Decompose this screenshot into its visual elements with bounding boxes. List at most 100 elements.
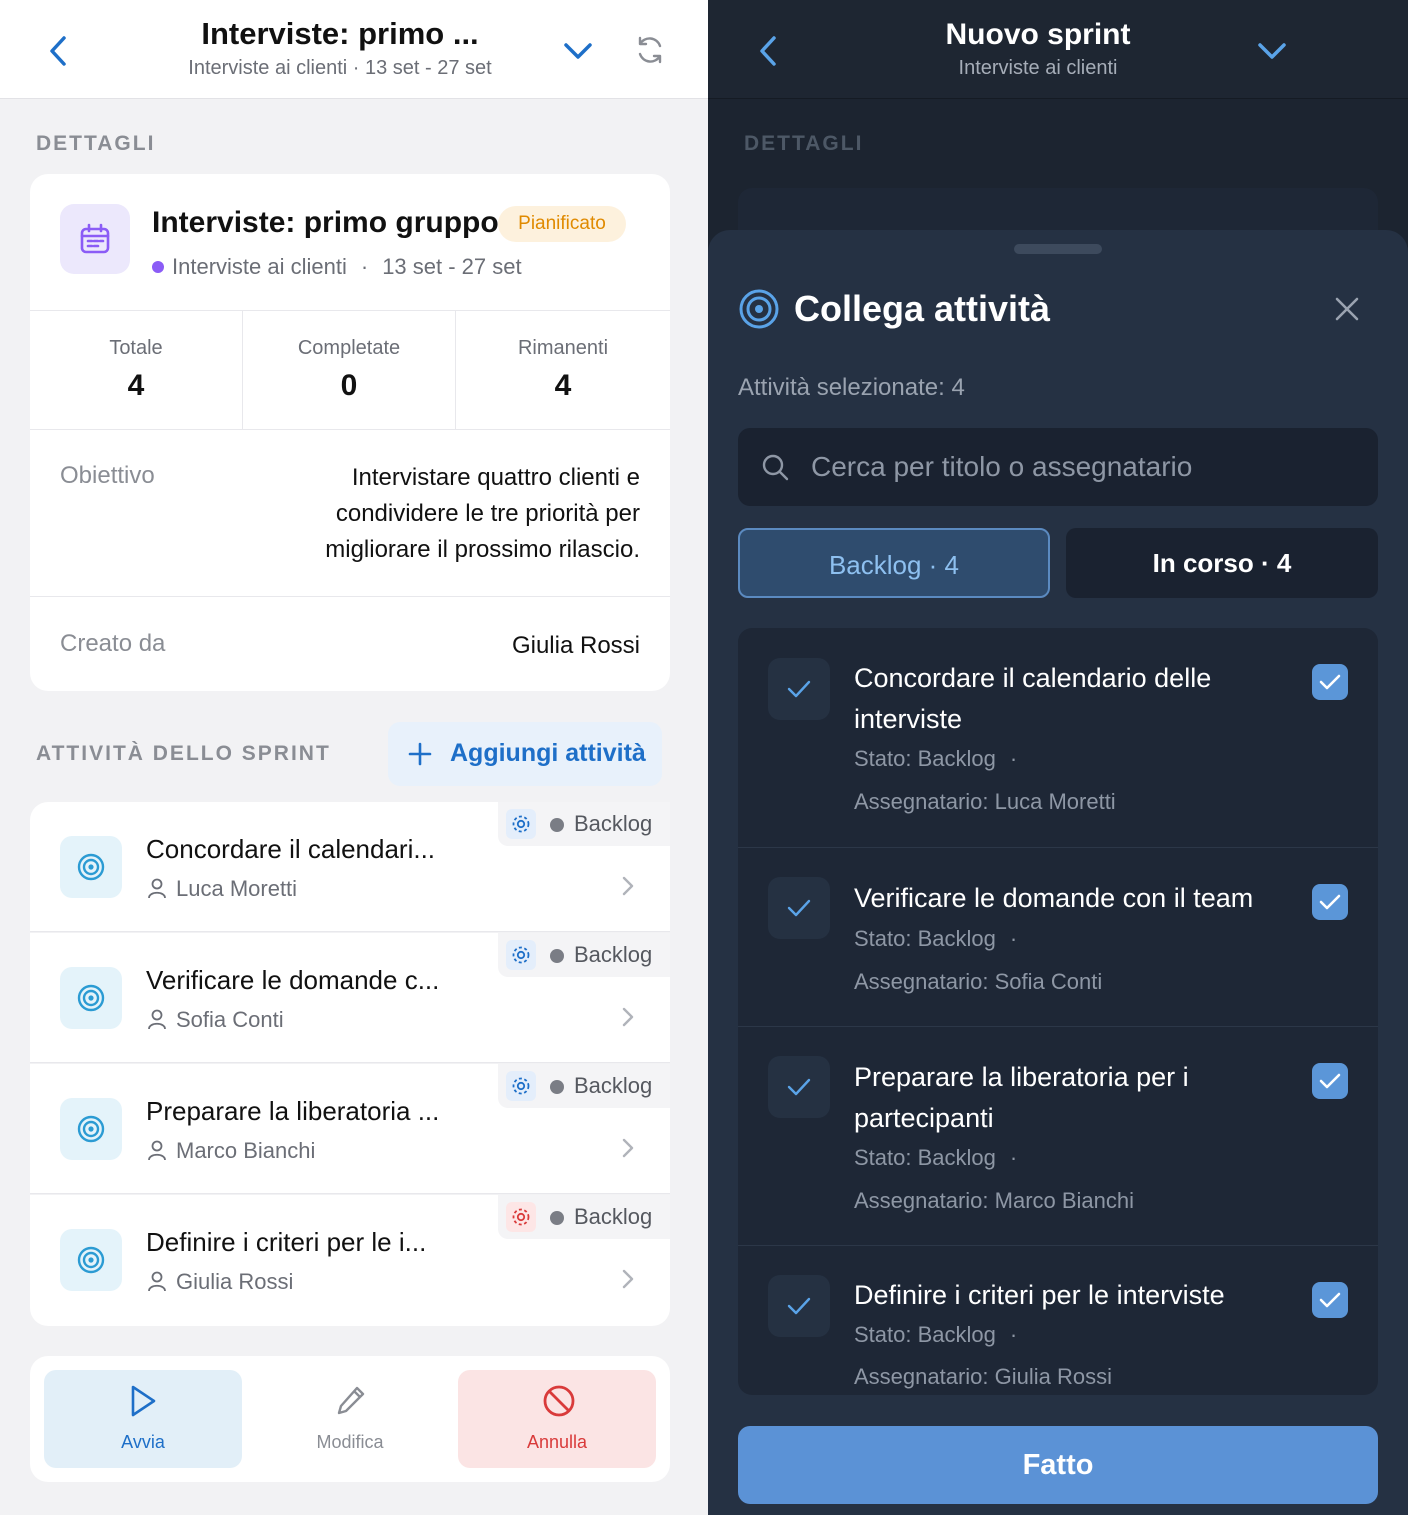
- done-button[interactable]: Fatto: [738, 1426, 1378, 1504]
- stat-total: Totale 4: [109, 337, 163, 402]
- checkmark-icon: [1319, 894, 1341, 910]
- tab-in-progress[interactable]: In corso · 4: [1066, 528, 1378, 598]
- task-title: Definire i criteri per le i...: [146, 1227, 427, 1257]
- stat-completed: Completate 0: [297, 337, 401, 402]
- task-state: Stato: Backlog ·: [854, 746, 1018, 771]
- task-title: Preparare la liberatoria per i partecipa…: [854, 1062, 1189, 1133]
- project-color-dot: [152, 261, 164, 273]
- search-input[interactable]: Cerca per titolo o assegnatario: [738, 428, 1378, 506]
- start-button[interactable]: Avvia: [44, 1370, 242, 1468]
- task-checkbox[interactable]: [1312, 1282, 1348, 1318]
- list-item[interactable]: Preparare la liberatoria per i partecipa…: [738, 1027, 1378, 1246]
- gear-icon: [506, 1071, 536, 1101]
- task-icon-box: [768, 1275, 830, 1337]
- checkmark-icon: [1319, 1073, 1341, 1089]
- section-label-details: DETTAGLI: [744, 132, 864, 155]
- chevron-right-icon: [622, 1269, 634, 1289]
- target-icon: [77, 853, 105, 881]
- section-label-tasks: ATTIVITÀ DELLO SPRINT: [36, 742, 331, 765]
- checkmark-icon: [787, 680, 811, 698]
- ban-icon: [543, 1385, 575, 1417]
- edit-button[interactable]: Modifica: [251, 1370, 449, 1468]
- action-bar: Avvia Modifica Annulla: [30, 1356, 670, 1482]
- status-dot: [550, 1211, 564, 1225]
- user-icon: [148, 1271, 166, 1292]
- play-icon: [131, 1385, 156, 1417]
- list-item[interactable]: Concordare il calendario delle intervist…: [738, 628, 1378, 848]
- task-status: Backlog: [574, 1073, 653, 1098]
- user-icon: [148, 1140, 166, 1161]
- target-icon-box: [60, 1229, 122, 1291]
- task-checkbox[interactable]: [1312, 1063, 1348, 1099]
- task-title: Verificare le domande con il team: [854, 883, 1254, 913]
- gear-icon: [506, 940, 536, 970]
- task-list: Concordare il calendario delle intervist…: [738, 628, 1378, 1395]
- creator-value: Giulia Rossi: [511, 632, 640, 659]
- task-title: Definire i criteri per le interviste: [854, 1280, 1225, 1310]
- checkmark-icon: [787, 1297, 811, 1315]
- task-assignee: Assegnatario: Luca Moretti: [854, 789, 1116, 814]
- task-title: Concordare il calendari...: [146, 834, 436, 864]
- sprint-card: Interviste: primo gruppo Pianificato Int…: [30, 174, 670, 691]
- task-icon-box: [768, 877, 830, 939]
- chevron-down-icon[interactable]: [1256, 38, 1288, 64]
- list-item[interactable]: Definire i criteri per le interviste Sta…: [738, 1246, 1378, 1395]
- task-assignee: Marco Bianchi: [146, 1138, 315, 1164]
- grab-handle[interactable]: [1014, 244, 1102, 254]
- task-row[interactable]: Concordare il calendari... Luca Moretti …: [30, 802, 670, 932]
- task-checkbox[interactable]: [1312, 664, 1348, 700]
- task-checkbox[interactable]: [1312, 884, 1348, 920]
- task-assignee: Assegnatario: Marco Bianchi: [854, 1188, 1135, 1213]
- target-icon: [77, 1246, 105, 1274]
- task-row[interactable]: Definire i criteri per le i... Giulia Ro…: [30, 1195, 670, 1326]
- task-state: Stato: Backlog ·: [854, 926, 1018, 951]
- stat-remaining: Rimanenti 4: [517, 337, 609, 402]
- gear-icon: [506, 1202, 536, 1232]
- link-tasks-sheet: Collega attività Attività selezionate: 4…: [708, 230, 1408, 1515]
- new-sprint-screen: Nuovo sprint Interviste ai clienti DETTA…: [708, 0, 1408, 1515]
- task-assignee: Luca Moretti: [146, 876, 297, 902]
- page-subtitle: Interviste ai clienti · 13 set - 27 set: [188, 57, 492, 79]
- pencil-icon: [337, 1386, 365, 1415]
- target-icon-box: [60, 1098, 122, 1160]
- header: Nuovo sprint Interviste ai clienti: [708, 0, 1408, 99]
- sprint-dates: 13 set - 27 set: [382, 254, 522, 279]
- task-assignee: Sofia Conti: [146, 1007, 284, 1033]
- sheet-title: Collega attività: [794, 288, 1051, 329]
- tab-backlog[interactable]: Backlog · 4: [738, 528, 1050, 598]
- section-label-details: DETTAGLI: [36, 132, 156, 155]
- task-icon-box: [768, 658, 830, 720]
- calendar-icon: [80, 223, 110, 254]
- cancel-button[interactable]: Annulla: [458, 1370, 656, 1468]
- objective-value: Intervistare quattro clienti e condivide…: [325, 464, 640, 563]
- chevron-down-icon[interactable]: [562, 38, 594, 64]
- checkmark-icon: [1319, 1292, 1341, 1308]
- add-task-button[interactable]: Aggiungi attività: [388, 722, 662, 786]
- page-title: Nuovo sprint: [945, 18, 1131, 51]
- calendar-icon-box: [60, 204, 130, 274]
- checkmark-icon: [787, 1078, 811, 1096]
- user-icon: [148, 1009, 166, 1030]
- task-icon-box: [768, 1056, 830, 1118]
- target-icon-box: [60, 967, 122, 1029]
- task-assignee: Assegnatario: Sofia Conti: [854, 969, 1103, 994]
- page-subtitle: Interviste ai clienti: [958, 57, 1118, 79]
- sprint-detail-screen: Interviste: primo ... Interviste ai clie…: [0, 0, 708, 1515]
- back-chevron-icon[interactable]: [44, 34, 74, 68]
- task-row[interactable]: Verificare le domande c... Sofia Conti B…: [30, 933, 670, 1063]
- divider: [30, 596, 670, 597]
- list-item[interactable]: Verificare le domande con il team Stato:…: [738, 848, 1378, 1027]
- search-placeholder: Cerca per titolo o assegnatario: [811, 451, 1193, 482]
- sprint-meta: Interviste ai clienti · 13 set - 27 set: [152, 254, 522, 280]
- status-dot: [550, 818, 564, 832]
- close-icon[interactable]: [1332, 294, 1362, 324]
- task-row[interactable]: Preparare la liberatoria ... Marco Bianc…: [30, 1064, 670, 1194]
- task-status-badge: Backlog: [498, 802, 670, 846]
- target-icon-box: [60, 836, 122, 898]
- back-chevron-icon[interactable]: [754, 34, 784, 68]
- creator-label: Creato da: [60, 630, 166, 657]
- stats-row: Totale 4 Completate 0 Rimanenti 4: [30, 310, 670, 430]
- task-state: Stato: Backlog ·: [854, 1145, 1018, 1170]
- task-status: Backlog: [574, 1204, 653, 1229]
- refresh-icon[interactable]: [634, 34, 666, 66]
